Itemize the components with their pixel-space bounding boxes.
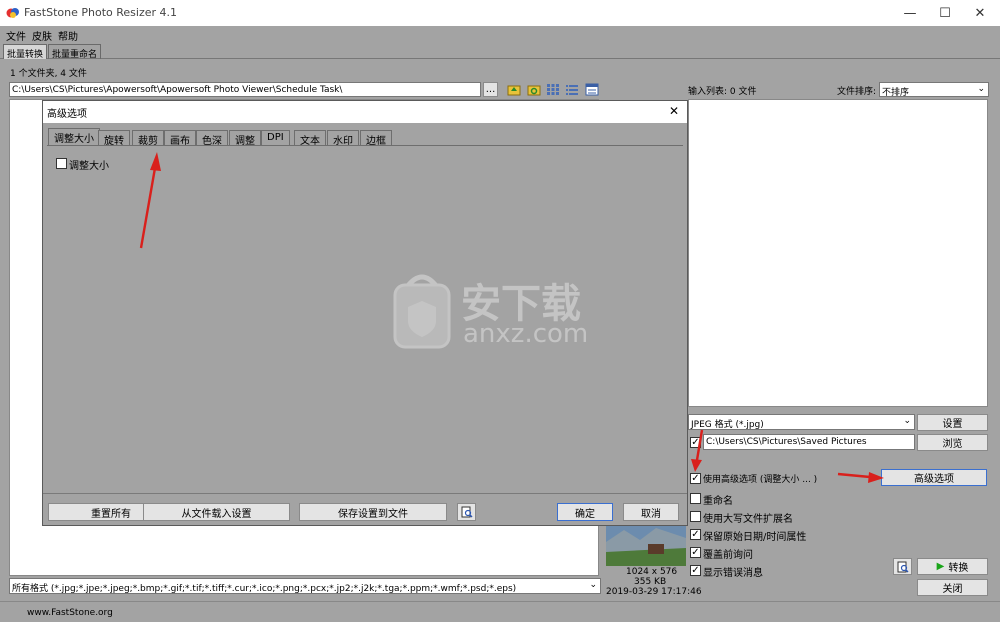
menu-bar: [0, 26, 1000, 44]
uppercase-ext-label: 使用大写文件扩展名: [703, 514, 793, 525]
menu-skin[interactable]: 皮肤: [32, 28, 52, 43]
rename-checkbox[interactable]: [690, 493, 701, 504]
uppercase-ext-checkbox[interactable]: [690, 511, 701, 522]
sort-select[interactable]: 不排序 ⌄: [879, 82, 989, 97]
keep-date-checkbox[interactable]: ✓: [690, 529, 701, 540]
chevron-down-icon: ⌄: [903, 416, 911, 426]
cancel-button[interactable]: 取消: [623, 503, 679, 521]
keep-date-label: 保留原始日期/时间属性: [703, 532, 807, 543]
output-browse-button[interactable]: 浏览: [917, 434, 988, 451]
convert-button[interactable]: ▶ 转换: [917, 558, 988, 575]
show-errors-checkbox[interactable]: ✓: [690, 565, 701, 576]
output-format-value: JPEG 格式 (*.jpg): [691, 420, 764, 430]
ok-button[interactable]: 确定: [557, 503, 613, 521]
format-settings-button[interactable]: 设置: [917, 414, 988, 431]
magnifier-page-icon: [897, 561, 908, 572]
dialog-close-button[interactable]: ✕: [669, 104, 679, 118]
app-logo-icon: [6, 8, 19, 18]
sort-select-value: 不排序: [882, 88, 910, 97]
tab-border[interactable]: 边框: [360, 130, 392, 147]
rename-label: 重命名: [703, 496, 733, 507]
close-button[interactable]: ✕: [960, 0, 1000, 26]
status-bar: [0, 601, 1000, 622]
refresh-folder-icon[interactable]: [527, 83, 541, 96]
tab-canvas[interactable]: 画布: [164, 130, 196, 147]
input-list-label: 输入列表: 0 文件: [688, 87, 757, 97]
watermark-url: anxz.com: [463, 319, 589, 349]
menu-help[interactable]: 帮助: [58, 28, 78, 43]
list-view-icon[interactable]: [565, 83, 579, 96]
output-folder-input[interactable]: C:\Users\CS\Pictures\Saved Pictures: [703, 434, 915, 450]
tab-rotate[interactable]: 旋转: [98, 130, 130, 147]
preview-dimensions: 1024 x 576: [626, 567, 678, 577]
advanced-options-label: 使用高级选项 (调整大小 ... ): [703, 475, 818, 485]
preview-button[interactable]: [893, 558, 912, 575]
tab-color-depth[interactable]: 色深: [196, 130, 228, 147]
preview-size: 355 KB: [634, 577, 667, 587]
file-filter-value: 所有格式 (*.jpg;*.jpe;*.jpeg;*.bmp;*.gif;*.t…: [12, 584, 517, 594]
window-title: FastStone Photo Resizer 4.1: [24, 6, 177, 19]
chevron-down-icon: ⌄: [587, 580, 597, 590]
tab-divider: [47, 145, 683, 146]
path-browse-button[interactable]: ...: [483, 82, 498, 97]
tab-text[interactable]: 文本: [294, 130, 326, 147]
preview-date: 2019-03-29 17:17:46: [606, 587, 702, 597]
menu-file[interactable]: 文件: [6, 28, 26, 43]
convert-button-label: 转换: [948, 563, 969, 574]
watermark: 安下载 anxz.com: [391, 267, 611, 351]
ask-overwrite-label: 覆盖前询问: [703, 550, 753, 561]
tab-crop[interactable]: 裁剪: [132, 130, 164, 147]
dialog-preview-button[interactable]: [457, 503, 476, 521]
play-icon: ▶: [936, 561, 945, 572]
file-filter-select[interactable]: 所有格式 (*.jpg;*.jpe;*.jpeg;*.bmp;*.gif;*.t…: [9, 578, 601, 594]
arrow-to-advanced-button: [837, 472, 884, 483]
tab-resize[interactable]: 调整大小: [48, 128, 100, 146]
details-view-icon[interactable]: [585, 83, 599, 96]
tab-batch-rename[interactable]: 批量重命名: [48, 44, 102, 60]
ask-overwrite-checkbox[interactable]: ✓: [690, 547, 701, 558]
advanced-options-button[interactable]: 高级选项: [881, 469, 987, 486]
tab-batch-convert[interactable]: 批量转换: [3, 44, 48, 60]
title-bar: FastStone Photo Resizer 4.1 — ☐ ✕: [0, 0, 1000, 26]
advanced-options-dialog: 高级选项 ✕ 调整大小 旋转 裁剪 画布 色深 调整 DPI 文本 水印 边框 …: [42, 100, 688, 526]
thumbnail-view-icon[interactable]: [546, 83, 560, 96]
dialog-footer-divider: [43, 493, 687, 494]
chevron-down-icon: ⌄: [977, 84, 985, 94]
show-errors-label: 显示错误消息: [703, 568, 763, 579]
resize-checkbox[interactable]: [56, 158, 67, 169]
output-folder-checkbox[interactable]: ✓: [690, 437, 701, 448]
dialog-title: 高级选项: [47, 109, 87, 120]
tab-adjust[interactable]: 调整: [229, 130, 261, 147]
input-list-pane[interactable]: [688, 99, 988, 407]
shield-bag-icon: [393, 274, 451, 349]
maximize-button[interactable]: ☐: [925, 0, 965, 26]
load-settings-button[interactable]: 从文件载入设置: [143, 503, 290, 521]
output-format-select[interactable]: JPEG 格式 (*.jpg) ⌄: [688, 414, 915, 430]
advanced-options-checkbox[interactable]: ✓: [690, 473, 701, 484]
path-input[interactable]: C:\Users\CS\Pictures\Apowersoft\Apowerso…: [9, 82, 481, 97]
dialog-title-bar: 高级选项 ✕: [43, 101, 687, 123]
main-tab-strip: [0, 43, 1000, 59]
tab-dpi[interactable]: DPI: [261, 130, 290, 146]
preview-thumbnail: [606, 522, 686, 566]
folder-up-icon[interactable]: [507, 83, 521, 96]
resize-checkbox-label: 调整大小: [69, 161, 109, 172]
magnifier-page-icon: [461, 506, 472, 518]
sort-label: 文件排序:: [837, 87, 877, 97]
save-settings-button[interactable]: 保存设置到文件: [299, 503, 447, 521]
close-app-button[interactable]: 关闭: [917, 579, 988, 596]
folder-count-status: 1 个文件夹, 4 文件: [10, 69, 87, 79]
website-link[interactable]: www.FastStone.org: [27, 608, 113, 618]
tab-watermark[interactable]: 水印: [327, 130, 359, 147]
minimize-button[interactable]: —: [890, 0, 930, 26]
